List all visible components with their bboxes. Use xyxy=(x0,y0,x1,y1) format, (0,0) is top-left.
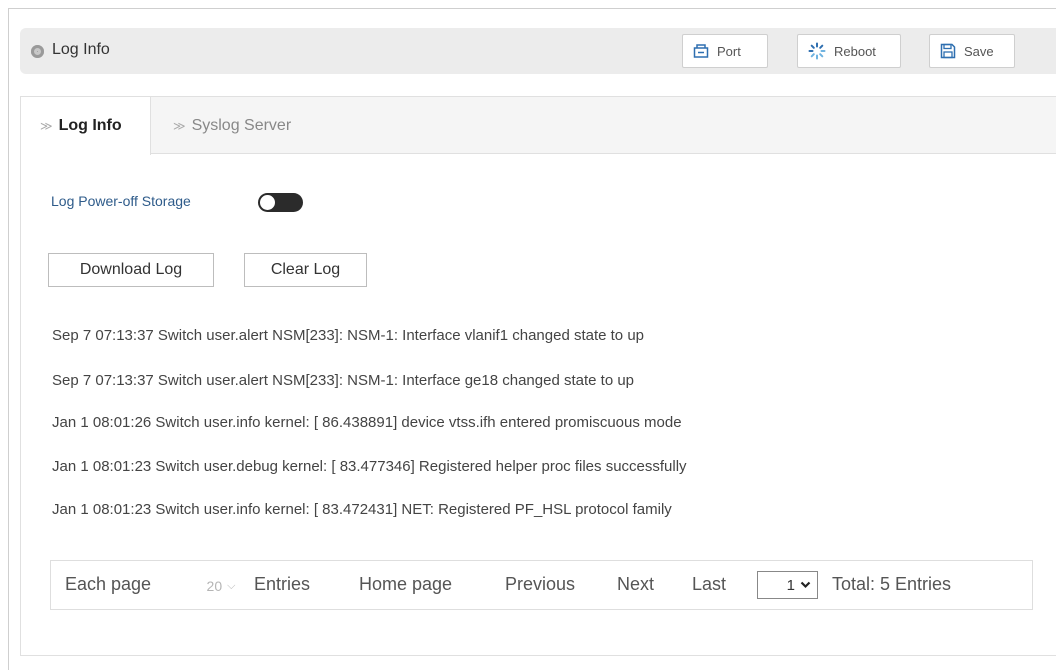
download-log-button[interactable]: Download Log xyxy=(48,253,214,287)
pagination-bar: Each page 20 ⌵ Entries Home page Previou… xyxy=(50,560,1033,610)
port-button-label: Port xyxy=(717,43,741,59)
tab-arrow-icon: ≫ xyxy=(40,119,53,133)
log-panel: ≫ Log Info ≫ Syslog Server Log Power-off… xyxy=(20,96,1056,656)
next-link[interactable]: Next xyxy=(617,574,654,595)
page-number-select[interactable]: 1 xyxy=(757,571,818,599)
page-number-value: 1 xyxy=(786,576,795,594)
reboot-button-label: Reboot xyxy=(834,43,876,59)
tab-syslog-server-label: Syslog Server xyxy=(191,116,292,134)
log-entry: Sep 7 07:13:37 Switch user.alert NSM[233… xyxy=(52,372,635,389)
save-button-label: Save xyxy=(964,43,994,59)
clear-log-button[interactable]: Clear Log xyxy=(244,253,367,287)
page-title: Log Info xyxy=(52,41,110,58)
total-entries: Total: 5 Entries xyxy=(832,574,952,594)
tab-log-info[interactable]: ≫ Log Info xyxy=(21,97,151,155)
log-entry: Sep 7 07:13:37 Switch user.alert NSM[233… xyxy=(52,327,645,344)
status-dot-icon xyxy=(31,45,44,58)
home-page-link[interactable]: Home page xyxy=(359,574,452,595)
tab-syslog-server[interactable]: ≫ Syslog Server xyxy=(169,97,291,154)
log-entry: Jan 1 08:01:26 Switch user.info kernel: … xyxy=(52,414,682,431)
chevron-down-icon: ⌵ xyxy=(227,579,236,592)
log-entry: Jan 1 08:01:23 Switch user.debug kernel:… xyxy=(52,458,687,475)
chevron-down-icon xyxy=(800,581,811,589)
power-off-storage-label: Log Power-off Storage xyxy=(51,193,191,209)
tab-bar: ≫ Log Info ≫ Syslog Server xyxy=(21,97,1056,155)
entries-label: Entries xyxy=(254,574,311,594)
tab-log-info-label: Log Info xyxy=(58,117,122,134)
port-button[interactable]: Port xyxy=(682,34,768,68)
last-link[interactable]: Last xyxy=(692,574,726,595)
save-icon xyxy=(940,43,956,59)
previous-link[interactable]: Previous xyxy=(505,574,575,595)
each-page-label: Each page xyxy=(65,574,152,594)
page-size-value: 20 xyxy=(206,578,223,594)
reboot-icon xyxy=(808,42,826,60)
port-icon xyxy=(693,44,709,58)
log-entry: Jan 1 08:01:23 Switch user.info kernel: … xyxy=(52,501,672,518)
power-off-storage-toggle[interactable] xyxy=(258,193,303,212)
save-button[interactable]: Save xyxy=(929,34,1015,68)
tab-arrow-icon: ≫ xyxy=(173,118,186,133)
page-size-select[interactable]: 20 ⌵ xyxy=(194,573,248,599)
page-header: Log Info Port Reboot Save xyxy=(20,28,1056,74)
reboot-button[interactable]: Reboot xyxy=(797,34,901,68)
toggle-knob xyxy=(260,195,275,210)
